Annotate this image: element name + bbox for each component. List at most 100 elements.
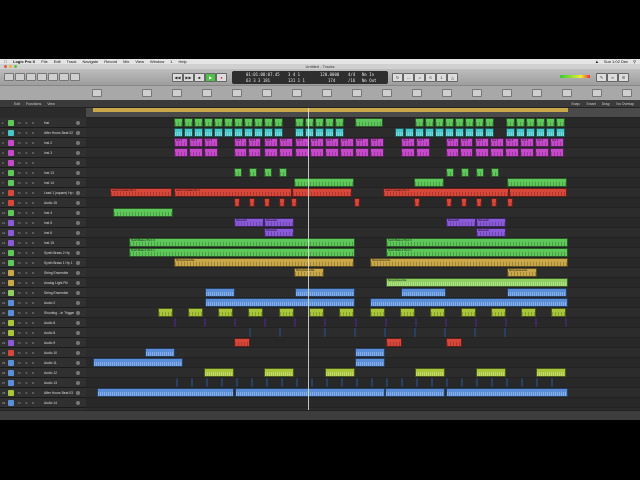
region[interactable]	[254, 128, 263, 137]
region[interactable]: Inst 3	[340, 138, 354, 147]
region[interactable]: Inst 3	[234, 138, 247, 147]
mute-solo-buttons[interactable]: M S R	[18, 221, 36, 225]
region[interactable]	[415, 318, 417, 327]
track-name[interactable]: String Ensemble	[44, 271, 74, 275]
region[interactable]	[445, 318, 447, 327]
region[interactable]	[184, 118, 193, 127]
region[interactable]: String Ensemble	[174, 258, 354, 267]
region[interactable]	[491, 168, 499, 177]
region[interactable]: Synth Brass 1 Hp 1.1	[386, 248, 568, 257]
region[interactable]	[536, 118, 545, 127]
mute-solo-buttons[interactable]: M S R	[18, 241, 36, 245]
volume-knob[interactable]	[76, 391, 80, 395]
track-header[interactable]: 2 M S R After Hours Beat 02	[0, 128, 86, 138]
mute-solo-buttons[interactable]: M S R	[18, 191, 36, 195]
cycle-region[interactable]	[93, 108, 568, 112]
region[interactable]	[474, 328, 476, 337]
mute-solo-buttons[interactable]: M S R	[18, 211, 36, 215]
mute-solo-buttons[interactable]: M S R	[18, 341, 36, 345]
track-header[interactable]: 19 M S R Audio 2	[0, 298, 86, 308]
functions-menu[interactable]: Functions	[26, 102, 41, 106]
stop-button[interactable]: ■	[194, 73, 205, 82]
region[interactable]	[206, 378, 208, 387]
region[interactable]	[279, 308, 294, 317]
region[interactable]	[294, 178, 354, 187]
close-icon[interactable]	[4, 65, 7, 68]
snap-select[interactable]: Smart	[586, 102, 595, 106]
track-header[interactable]: 25 M S R Audio 11	[0, 358, 86, 368]
toolbar-icon-5[interactable]	[232, 89, 242, 97]
region[interactable]	[516, 128, 525, 137]
region[interactable]	[416, 378, 418, 387]
track-lane[interactable]	[86, 338, 640, 348]
region[interactable]	[455, 118, 464, 127]
region[interactable]: Synth Brass 2 Hp 1 6	[129, 238, 355, 247]
region[interactable]	[254, 118, 263, 127]
volume-knob[interactable]	[76, 271, 80, 275]
track-name[interactable]: Inst 5	[44, 221, 74, 225]
library-button[interactable]	[4, 73, 14, 81]
volume-knob[interactable]	[76, 381, 80, 385]
track-name[interactable]: Audio 9	[44, 341, 74, 345]
volume-knob[interactable]	[76, 341, 80, 345]
region[interactable]	[249, 198, 255, 207]
mute-solo-buttons[interactable]: M S R	[18, 161, 36, 165]
region[interactable]	[326, 378, 328, 387]
count-in-button[interactable]: 1	[436, 73, 447, 82]
region[interactable]	[315, 128, 324, 137]
region[interactable]: Inst 3	[490, 138, 504, 147]
toolbar-icon-10[interactable]	[382, 89, 392, 97]
mute-solo-buttons[interactable]: M S R	[18, 141, 36, 145]
mute-solo-buttons[interactable]: M S R	[18, 331, 36, 335]
track-header[interactable]: 18 M S R String Ensemble	[0, 288, 86, 298]
track-header[interactable]: 27 M S R Audio 13	[0, 378, 86, 388]
volume-knob[interactable]	[76, 371, 80, 375]
region[interactable]	[546, 118, 555, 127]
mute-solo-buttons[interactable]: M S R	[18, 181, 36, 185]
track-header[interactable]: 5 M S R	[0, 158, 86, 168]
region[interactable]	[405, 128, 414, 137]
region[interactable]: Inst 3	[550, 138, 564, 147]
region[interactable]	[251, 378, 253, 387]
toolbar-button[interactable]	[37, 73, 47, 81]
track-name[interactable]: Audio 11	[44, 361, 74, 365]
region[interactable]	[431, 378, 433, 387]
track-name[interactable]: Synth Brass 2 Hp	[44, 251, 74, 255]
forward-button[interactable]: ▶▶	[183, 73, 194, 82]
region[interactable]	[551, 378, 553, 387]
region[interactable]	[385, 388, 445, 397]
region[interactable]: String Ensemble	[370, 258, 568, 267]
region[interactable]	[191, 378, 193, 387]
region[interactable]	[551, 308, 566, 317]
toolbar-icon-6[interactable]	[262, 89, 272, 97]
region[interactable]	[295, 288, 355, 297]
region[interactable]	[305, 118, 314, 127]
mute-solo-buttons[interactable]: M S R	[18, 321, 36, 325]
region[interactable]	[370, 148, 384, 157]
region[interactable]	[446, 388, 568, 397]
region[interactable]	[113, 208, 173, 217]
region[interactable]	[264, 368, 294, 377]
mute-solo-buttons[interactable]: M S R	[18, 381, 36, 385]
toolbar-icon-12[interactable]	[442, 89, 452, 97]
region[interactable]	[446, 338, 462, 347]
region[interactable]	[294, 318, 296, 327]
region[interactable]	[266, 378, 268, 387]
region[interactable]	[311, 378, 313, 387]
region[interactable]	[335, 118, 344, 127]
track-lane[interactable]	[86, 198, 640, 208]
region[interactable]	[430, 308, 445, 317]
volume-knob[interactable]	[76, 241, 80, 245]
view-menu[interactable]: View	[47, 102, 55, 106]
region[interactable]	[535, 318, 537, 327]
region[interactable]	[224, 118, 233, 127]
region[interactable]	[385, 318, 387, 327]
region[interactable]	[455, 128, 464, 137]
volume-knob[interactable]	[76, 131, 80, 135]
mute-solo-buttons[interactable]: M S R	[18, 261, 36, 265]
region[interactable]	[214, 128, 223, 137]
track-name[interactable]: Audio 6	[44, 321, 74, 325]
mute-solo-buttons[interactable]: M S R	[18, 231, 36, 235]
track-name[interactable]: Inst 4	[44, 211, 74, 215]
play-button[interactable]: ▶	[205, 73, 216, 82]
